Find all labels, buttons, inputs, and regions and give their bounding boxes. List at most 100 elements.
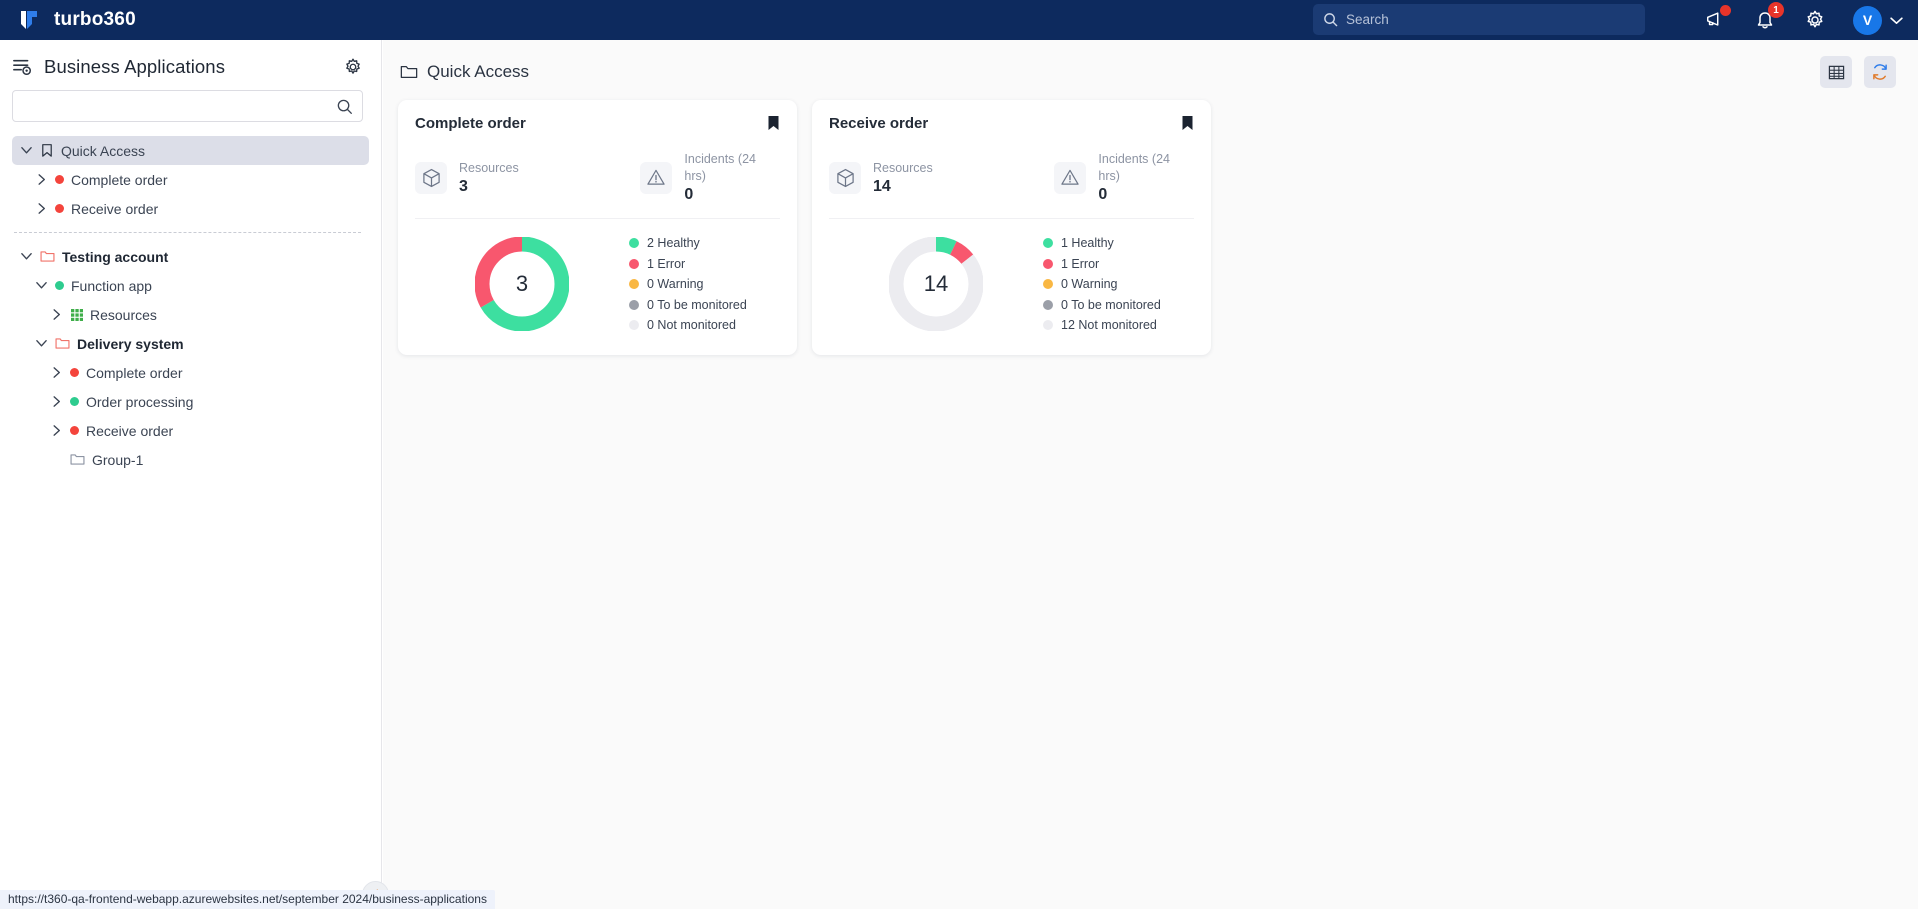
tree-item-delivery-system[interactable]: Delivery system [12,329,369,358]
application-card[interactable]: Receive order Resources 14 Incidents (24… [812,100,1211,355]
chevron-down-toggle[interactable] [33,337,49,350]
legend-label: 1 Error [647,256,686,271]
status-dot [70,426,79,435]
legend-row: 1 Healthy [1043,233,1194,254]
refresh-button[interactable] [1864,56,1896,88]
legend-label: 0 To be monitored [647,297,747,312]
chevron-right-toggle[interactable] [48,308,64,321]
card-title: Complete order [415,115,526,132]
donut[interactable]: 3 [475,237,569,332]
bookmark-icon [40,143,54,158]
table-view-button[interactable] [1820,56,1852,88]
turbo360-logo-icon [16,11,37,29]
tree-item-complete-order[interactable]: Complete order [12,358,369,387]
business-applications-icon [13,59,31,75]
chevron-down-toggle[interactable] [18,250,34,263]
legend-label: 2 Healthy [647,236,700,251]
legend-label: 1 Healthy [1061,236,1114,251]
sidebar-header: Business Applications [0,40,381,90]
bookmark-icon [42,144,52,157]
gear-icon[interactable] [343,57,363,77]
chevron-right-toggle[interactable] [33,173,49,186]
notification-count-badge: 1 [1768,2,1784,18]
chevron-down-toggle[interactable] [18,144,34,157]
sidebar-search[interactable] [12,90,363,122]
avatar: V [1853,5,1882,35]
legend-label: 1 Error [1061,256,1100,271]
page-title: Quick Access [427,62,530,81]
application-card[interactable]: Complete order Resources 3 Incidents (24… [398,100,797,355]
tree-item-label: Delivery system [77,335,184,352]
tree-item-label: Complete order [71,171,168,188]
donut[interactable]: 14 [889,237,983,332]
tree-item-function-app[interactable]: Function app [12,271,369,300]
tree-item-group-1[interactable]: Group-1 [12,445,369,474]
gear-icon [1807,10,1823,28]
warning-triangle-icon [647,169,666,185]
global-search[interactable] [1313,4,1645,35]
topbar-action-icons: 1 V [1703,0,1904,40]
bookmark-filled-icon[interactable] [767,115,780,136]
brand-name: turbo360 [54,9,136,30]
folder-icon [40,250,55,263]
tree-item-receive-order[interactable]: Receive order [12,416,369,445]
donut-wrapper: 14 [829,237,1043,332]
folder-icon [400,65,418,79]
chevron-down-icon [1890,16,1903,24]
tree-item-label: Testing account [62,248,169,265]
megaphone-alert-dot [1720,5,1731,16]
folder-icon [55,337,70,350]
chevron-right-toggle[interactable] [33,202,49,215]
chevron-right-toggle[interactable] [48,366,64,379]
legend-color-dot [629,320,639,331]
megaphone-announcements-button[interactable] [1703,5,1731,32]
browser-status-bar: https://t360-qa-frontend-webapp.azureweb… [0,890,495,909]
legend-row: 1 Error [1043,254,1194,275]
metric-label: Resources [459,160,519,175]
top-navigation-bar: turbo360 1 [0,0,1918,40]
chevron-right-icon [52,309,60,320]
donut-center-total: 14 [923,271,949,297]
chevron-down-toggle[interactable] [33,279,49,292]
status-dot [55,175,64,184]
chevron-right-icon [52,396,60,407]
bookmark-filled-icon[interactable] [1181,115,1194,136]
legend-color-dot [629,238,639,249]
tree-item-resources[interactable]: Resources [12,300,369,329]
donut-legend: 2 Healthy 1 Error 0 Warning 0 To be moni… [629,233,780,336]
settings-button[interactable] [1803,8,1827,32]
legend-label: 0 Warning [647,277,704,292]
refresh-icon [1873,64,1887,80]
tree-item-receive-order[interactable]: Receive order [12,194,369,223]
metric-label: Resources [873,160,933,175]
status-dot [55,204,64,213]
legend-label: 0 Not monitored [647,318,736,333]
tree-item-order-processing[interactable]: Order processing [12,387,369,416]
tree-item-label: Function app [71,277,152,294]
tree-item-label: Complete order [86,364,183,381]
tree-item-complete-order[interactable]: Complete order [12,165,369,194]
search-icon [337,99,352,114]
metric-value: 3 [459,177,468,195]
sidebar-search-input[interactable] [22,98,336,114]
grid-icon [70,308,83,321]
main-header: Quick Access [383,40,1918,88]
cube-icon [829,161,861,194]
status-dot [70,368,79,377]
tree-item-testing-account[interactable]: Testing account [12,242,369,271]
chevron-down-icon [20,147,32,154]
application-cards: Complete order Resources 3 Incidents (24… [383,88,1918,355]
search-input[interactable] [1346,12,1635,27]
user-menu[interactable]: V [1853,5,1904,35]
status-dot [70,397,79,406]
main-content: Quick Access Complete order Resources 3 … [383,40,1918,909]
notifications-button[interactable]: 1 [1753,2,1784,32]
chevron-right-toggle[interactable] [48,395,64,408]
warning-triangle-icon [640,161,673,194]
brand-logo-group[interactable]: turbo360 [0,8,136,32]
tree-item-quick-access[interactable]: Quick Access [12,136,369,165]
business-applications-tree: Quick Access Complete order Receive orde… [0,136,381,474]
cube-icon [415,161,447,194]
warning-triangle-icon [1054,161,1087,194]
chevron-right-toggle[interactable] [48,424,64,437]
